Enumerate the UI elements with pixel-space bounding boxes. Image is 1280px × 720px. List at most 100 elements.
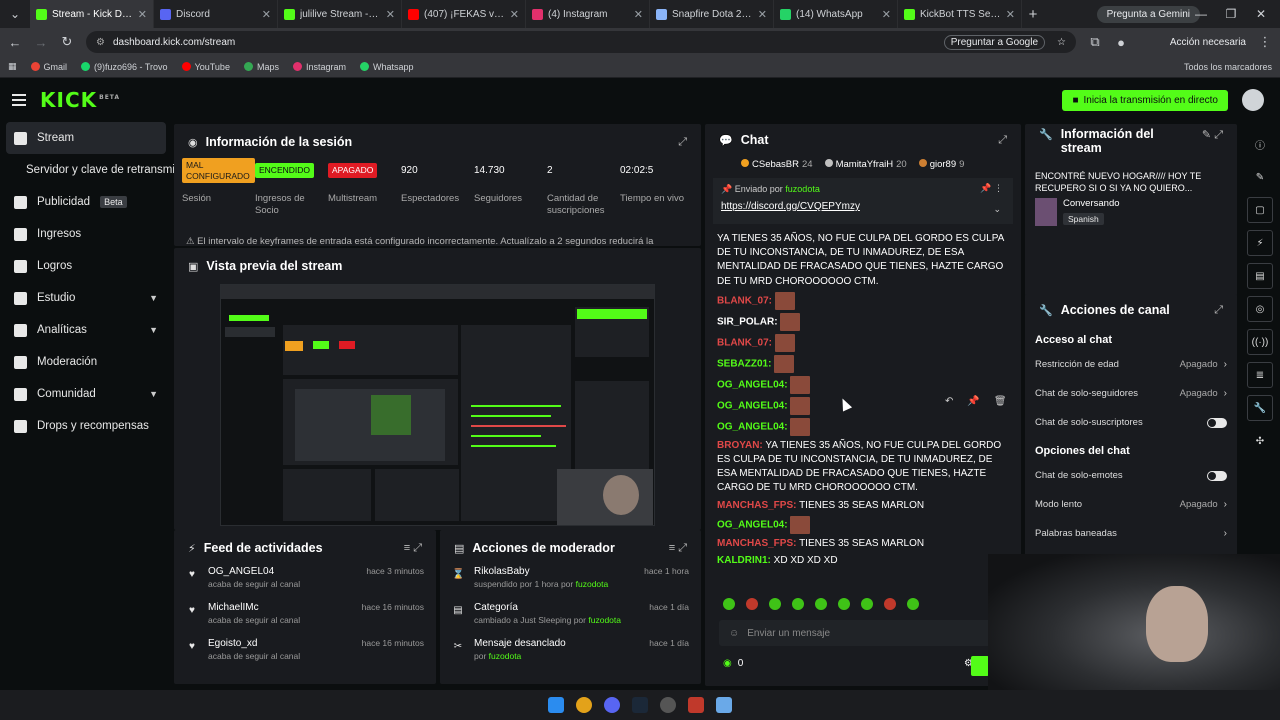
filter-icon[interactable]: ≡ ⤢ xyxy=(404,542,422,555)
chat-username[interactable]: Blank_07: xyxy=(717,337,772,348)
emote-2[interactable] xyxy=(746,598,758,610)
list-icon[interactable]: ≣ xyxy=(1247,362,1273,388)
wrench-icon[interactable]: 🔧 xyxy=(1247,395,1273,421)
browser-tab[interactable]: KickBot TTS Settings ✕ xyxy=(898,0,1022,28)
chat-username[interactable]: Manchas_fps: xyxy=(717,500,796,511)
tab-close-icon[interactable]: ✕ xyxy=(138,8,147,21)
toggle-switch[interactable] xyxy=(1207,470,1227,481)
chat-message[interactable]: OG_ANGEL04: xyxy=(717,375,1013,394)
reply-icon[interactable]: ↶ xyxy=(945,396,953,407)
pencil-icon[interactable]: ✎ xyxy=(1247,164,1273,190)
user-avatar[interactable] xyxy=(1242,89,1264,111)
tab-close-icon[interactable]: ✕ xyxy=(262,8,271,21)
tab-close-icon[interactable]: ✕ xyxy=(386,8,395,21)
bookmark-item[interactable]: (9)fuzo696 - Trovo xyxy=(81,62,168,72)
puzzle-icon[interactable]: ✣ xyxy=(1247,428,1273,454)
emote-4[interactable] xyxy=(792,598,804,610)
emoji-icon[interactable]: ☺ xyxy=(729,628,739,639)
moderator-name[interactable]: fuzodota xyxy=(489,651,522,661)
chat-message[interactable]: Manchas_fps: TIENES 35 SEAS MARLON xyxy=(717,499,1013,513)
forward-icon[interactable]: → xyxy=(34,35,48,50)
browser-tab[interactable]: Stream - Kick Dashbo ✕ xyxy=(30,0,154,28)
emote-5[interactable] xyxy=(815,598,827,610)
emote-7[interactable] xyxy=(861,598,873,610)
new-tab-button[interactable]: + xyxy=(1022,6,1044,23)
gifter[interactable]: MamitaYfraiH 20 xyxy=(824,158,907,170)
toggle-switch[interactable] xyxy=(1207,417,1227,428)
minimize-icon[interactable]: — xyxy=(1186,7,1216,21)
browser-tab[interactable]: Snapfire Dota 2 Tabu ✕ xyxy=(650,0,774,28)
bookmark-item[interactable]: Whatsapp xyxy=(360,62,414,72)
bookmark-star-icon[interactable]: ☆ xyxy=(1057,37,1066,48)
chat-username[interactable]: kaldrin1: xyxy=(717,555,771,566)
feed-user[interactable]: Egoisto_xd xyxy=(208,638,352,649)
filter-icon[interactable]: ≡ ⤢ xyxy=(669,542,687,555)
notepad-icon[interactable] xyxy=(716,697,732,713)
channel-setting-row[interactable]: Palabras baneadas › xyxy=(1025,519,1237,548)
chat-input[interactable]: ☺ Enviar un mensaje xyxy=(719,620,1005,646)
maximize-icon[interactable]: ❐ xyxy=(1216,7,1246,21)
go-live-button[interactable]: ■ Inicia la transmisión en directo xyxy=(1062,89,1228,111)
sidebar-item[interactable]: Logros xyxy=(0,250,172,282)
channel-setting-row[interactable]: Chat de solo-emotes xyxy=(1025,461,1237,490)
browser-tab[interactable]: (14) WhatsApp ✕ xyxy=(774,0,898,28)
close-window-icon[interactable]: ✕ xyxy=(1246,7,1276,21)
bookmark-item[interactable]: Maps xyxy=(243,62,279,72)
chat-username[interactable]: OG_ANGEL04: xyxy=(717,400,788,411)
bookmark-item[interactable]: Instagram xyxy=(292,62,346,72)
chat-username[interactable]: OG_ANGEL04: xyxy=(717,519,788,530)
gemini-button[interactable]: Pregunta a Gemini xyxy=(1096,5,1200,23)
emote-9[interactable] xyxy=(907,598,919,610)
sidebar-item[interactable]: Comunidad ▼ xyxy=(0,378,172,410)
dota-icon[interactable] xyxy=(688,697,704,713)
broadcast-icon[interactable]: ((·)) xyxy=(1247,329,1273,355)
sidebar-item[interactable]: Analíticas ▼ xyxy=(0,314,172,346)
chat-message[interactable]: kaldrin1: xd xd xd xd xyxy=(717,554,1013,568)
send-button[interactable] xyxy=(971,656,989,676)
sidebar-item[interactable]: Moderación xyxy=(0,346,172,378)
chrome-icon[interactable] xyxy=(576,697,592,713)
mod-action-name[interactable]: Categoría xyxy=(474,602,639,613)
clipboard-icon[interactable]: ▤ xyxy=(1247,263,1273,289)
browser-tab[interactable]: Discord ✕ xyxy=(154,0,278,28)
sidebar-item[interactable]: Servidor y clave de retransmisión xyxy=(0,154,196,186)
screen-icon[interactable]: ▢ xyxy=(1247,197,1273,223)
chat-username[interactable]: Sir_Polar: xyxy=(717,316,778,327)
mod-action-name[interactable]: Mensaje desanclado xyxy=(474,638,639,649)
windows-start-icon[interactable] xyxy=(548,697,564,713)
chat-message[interactable]: OG_ANGEL04: xyxy=(717,417,1013,436)
chat-message[interactable]: Sir_Polar: xyxy=(717,312,1013,331)
expand-icon[interactable]: ⤢ xyxy=(678,136,687,149)
chat-username[interactable]: OG_ANGEL04: xyxy=(717,421,788,432)
tab-search-icon[interactable]: ⌄ xyxy=(0,7,30,21)
chat-message[interactable]: Blank_07: xyxy=(717,333,1013,352)
gifter[interactable]: CSebasBR 24 xyxy=(741,158,813,170)
tab-close-icon[interactable]: ✕ xyxy=(510,8,519,21)
moderator-name[interactable]: fuzodota xyxy=(588,615,621,625)
chat-message[interactable]: Blank_07: xyxy=(717,291,1013,310)
chat-username[interactable]: sebazz01: xyxy=(717,358,771,369)
steam-icon[interactable] xyxy=(632,697,648,713)
obs-icon[interactable] xyxy=(660,697,676,713)
site-info-icon[interactable]: ⚙ xyxy=(96,37,105,48)
sidebar-item[interactable]: Ingresos xyxy=(0,218,172,250)
emote-3[interactable] xyxy=(769,598,781,610)
tab-close-icon[interactable]: ✕ xyxy=(634,8,643,21)
emote-1[interactable] xyxy=(723,598,735,610)
browser-tab[interactable]: julilive Stream - Wat ✕ xyxy=(278,0,402,28)
chat-username[interactable]: OG_ANGEL04: xyxy=(717,379,788,390)
emote-6[interactable] xyxy=(838,598,850,610)
stream-preview-video[interactable] xyxy=(220,284,655,526)
pin-options-icon[interactable]: 📌 ⋮ xyxy=(980,183,1003,194)
all-bookmarks-button[interactable]: Todos los marcadores xyxy=(1184,62,1272,72)
chat-username[interactable]: Blank_07: xyxy=(717,295,772,306)
sidebar-item[interactable]: Drops y recompensas xyxy=(0,410,172,442)
expand-icon[interactable]: ⤢ xyxy=(1214,304,1223,317)
info-icon[interactable]: ⓘ xyxy=(1247,131,1273,157)
browser-tab[interactable]: (407) ¡FEKAS vs AI ✕ xyxy=(402,0,526,28)
moderator-name[interactable]: fuzodota xyxy=(576,579,609,589)
tab-close-icon[interactable]: ✕ xyxy=(758,8,767,21)
chat-username[interactable]: Manchas_fps: xyxy=(717,538,796,549)
action-needed-button[interactable]: Acción necesaria xyxy=(1170,37,1246,48)
browser-tab[interactable]: (4) Instagram ✕ xyxy=(526,0,650,28)
